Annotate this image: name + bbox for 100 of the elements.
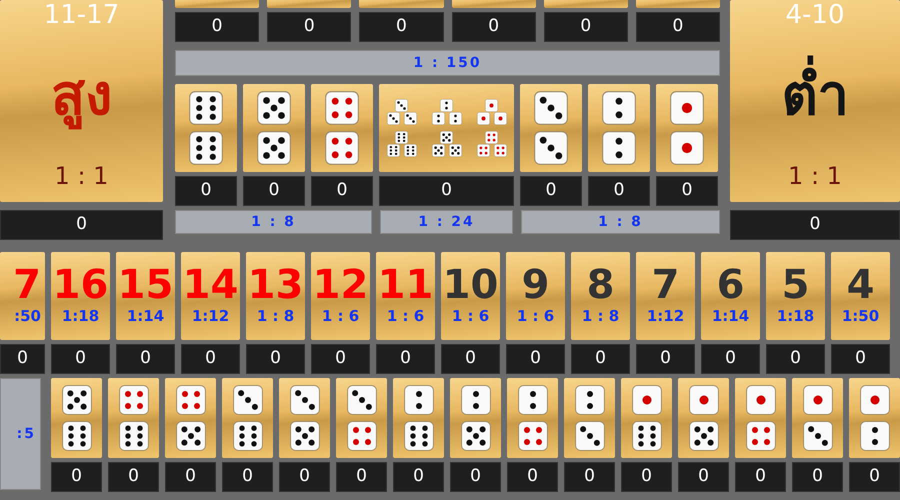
- die-icon: [688, 385, 718, 415]
- bet-tile[interactable]: [849, 378, 900, 458]
- bet-tile[interactable]: [678, 378, 729, 458]
- bet-amount[interactable]: 0: [766, 344, 825, 374]
- bet-amount[interactable]: 0: [678, 462, 729, 492]
- bet-amount[interactable]: 0: [279, 462, 330, 492]
- bet-tile[interactable]: [359, 0, 444, 8]
- bet-tile[interactable]: [279, 378, 330, 458]
- bet-amount[interactable]: 0: [0, 210, 163, 240]
- bet-tile[interactable]: [175, 84, 237, 172]
- die-icon: [432, 112, 444, 125]
- bet-amount[interactable]: 0: [831, 344, 890, 374]
- bet-amount[interactable]: 0: [175, 176, 237, 206]
- bet-tile[interactable]: [108, 378, 159, 458]
- bet-tile[interactable]: 14 1:12: [181, 252, 240, 340]
- bet-tile[interactable]: [267, 0, 352, 8]
- bet-tile[interactable]: [544, 0, 628, 8]
- bet-amount[interactable]: 0: [571, 344, 630, 374]
- bet-amount[interactable]: 0: [849, 462, 900, 492]
- bet-tile[interactable]: [450, 378, 501, 458]
- bet-tile[interactable]: [336, 378, 387, 458]
- bet-amount[interactable]: 0: [181, 344, 240, 374]
- bet-amount[interactable]: 0: [441, 344, 500, 374]
- bet-tile[interactable]: 13 1 : 8: [246, 252, 305, 340]
- bet-tile[interactable]: 6 1:14: [701, 252, 760, 340]
- total-number: 16: [52, 264, 108, 305]
- bet-amount[interactable]: 0: [564, 462, 615, 492]
- bet-amount[interactable]: 0: [51, 462, 102, 492]
- bet-amount[interactable]: 0: [379, 176, 514, 206]
- bet-amount[interactable]: 0: [621, 462, 672, 492]
- bet-tile[interactable]: [165, 378, 216, 458]
- bet-tile[interactable]: [222, 378, 273, 458]
- bet-tile[interactable]: [393, 378, 444, 458]
- bet-amount[interactable]: 0: [656, 176, 718, 206]
- odds-bar: :5: [0, 378, 41, 490]
- bet-amount[interactable]: 0: [175, 12, 260, 42]
- die-icon: [602, 91, 636, 125]
- bet-amount[interactable]: 0: [636, 12, 720, 42]
- bet-tile[interactable]: 4 1:50: [831, 252, 890, 340]
- bet-amount[interactable]: 0: [222, 462, 273, 492]
- odds-bar: 1 : 24: [380, 210, 513, 234]
- bet-amount[interactable]: 0: [376, 344, 435, 374]
- bet-tile[interactable]: 8 1 : 8: [571, 252, 630, 340]
- bet-amount[interactable]: 0: [0, 344, 45, 374]
- bet-tile[interactable]: 10 1 : 6: [441, 252, 500, 340]
- bet-amount[interactable]: 0: [730, 210, 900, 240]
- bet-tile[interactable]: 7 1:12: [636, 252, 695, 340]
- bet-amount[interactable]: 0: [246, 344, 305, 374]
- bet-amount[interactable]: 0: [636, 344, 695, 374]
- bet-tile[interactable]: [520, 84, 582, 172]
- bet-amount[interactable]: 0: [792, 462, 843, 492]
- bet-amount[interactable]: 0: [267, 12, 352, 42]
- bet-tile[interactable]: [452, 0, 536, 8]
- die-icon: [494, 112, 506, 125]
- bet-amount[interactable]: 0: [116, 344, 175, 374]
- bet-tile[interactable]: 5 1:18: [766, 252, 825, 340]
- bet-amount[interactable]: 0: [701, 344, 760, 374]
- bet-tile[interactable]: 12 1 : 6: [311, 252, 370, 340]
- bet-amount[interactable]: 0: [544, 12, 628, 42]
- odds-label: 1:18: [62, 306, 100, 327]
- bet-tile[interactable]: [656, 84, 718, 172]
- bet-tile[interactable]: [243, 84, 305, 172]
- bet-amount[interactable]: 0: [735, 462, 786, 492]
- die-icon: [386, 112, 400, 125]
- total-number: 9: [522, 264, 550, 305]
- bet-tile[interactable]: [621, 378, 672, 458]
- bet-amount[interactable]: 0: [520, 176, 582, 206]
- bet-tile[interactable]: [636, 0, 720, 8]
- bet-amount[interactable]: 0: [588, 176, 650, 206]
- bet-amount[interactable]: 0: [311, 176, 373, 206]
- die-icon: [257, 131, 291, 165]
- bet-amount[interactable]: 0: [507, 462, 558, 492]
- bet-panel[interactable]: 4-10 ต่ำ 1 : 1: [730, 0, 900, 202]
- bet-amount[interactable]: 0: [452, 12, 536, 42]
- bet-amount[interactable]: 0: [506, 344, 565, 374]
- bet-tile[interactable]: 9 1 : 6: [506, 252, 565, 340]
- bet-tile[interactable]: [792, 378, 843, 458]
- bet-tile[interactable]: [51, 378, 102, 458]
- bet-tile[interactable]: 16 1:18: [51, 252, 110, 340]
- bet-tile[interactable]: [175, 0, 260, 8]
- bet-tile[interactable]: [311, 84, 373, 172]
- bet-amount[interactable]: 0: [311, 344, 370, 374]
- bet-amount[interactable]: 0: [243, 176, 305, 206]
- odds-label: 1:14: [712, 306, 750, 327]
- bet-tile[interactable]: [564, 378, 615, 458]
- bet-amount[interactable]: 0: [393, 462, 444, 492]
- bet-amount[interactable]: 0: [336, 462, 387, 492]
- bet-tile[interactable]: 11 1 : 6: [376, 252, 435, 340]
- bet-tile[interactable]: 15 1:14: [116, 252, 175, 340]
- bet-amount[interactable]: 0: [450, 462, 501, 492]
- bet-tile[interactable]: [507, 378, 558, 458]
- bet-amount[interactable]: 0: [51, 344, 110, 374]
- bet-panel[interactable]: 11-17 สูง 1 : 1: [0, 0, 163, 202]
- die-icon: [574, 421, 604, 451]
- bet-amount[interactable]: 0: [359, 12, 444, 42]
- bet-amount[interactable]: 0: [108, 462, 159, 492]
- bet-tile[interactable]: [379, 84, 514, 172]
- bet-tile[interactable]: [588, 84, 650, 172]
- bet-amount[interactable]: 0: [165, 462, 216, 492]
- bet-tile[interactable]: [735, 378, 786, 458]
